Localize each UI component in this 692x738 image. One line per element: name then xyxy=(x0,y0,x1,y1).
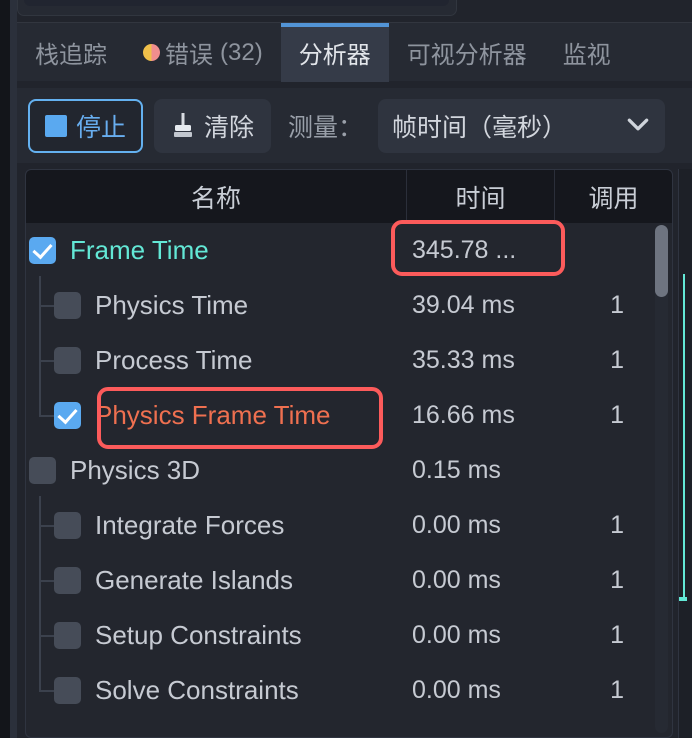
tab-label: 监视 xyxy=(562,42,611,69)
cell-time: 0.00 ms xyxy=(412,566,501,594)
table-row[interactable]: Generate Islands 0.00 ms 1 xyxy=(26,551,672,610)
tree-indent-guide xyxy=(26,606,54,665)
tab-label: 可视分析器 xyxy=(406,42,527,69)
cell-name: Setup Constraints xyxy=(26,606,406,665)
row-name-label: Physics Time xyxy=(95,290,249,320)
tree-indent-guide xyxy=(26,496,54,555)
tab-4[interactable]: 监视 xyxy=(545,23,629,82)
measure-select[interactable]: 帧时间（毫秒） xyxy=(378,98,666,153)
row-checkbox[interactable] xyxy=(54,347,81,374)
cell-name: Generate Islands xyxy=(26,551,406,610)
table-row[interactable]: Frame Time 345.78 ... xyxy=(26,223,672,278)
row-checkbox[interactable] xyxy=(54,622,81,649)
table-body: Frame Time 345.78 ... Physics Time 39.04 ms… xyxy=(26,223,672,718)
cell-name: Physics 3D xyxy=(26,443,406,498)
tab-2[interactable]: 分析器 xyxy=(280,23,389,82)
cell-time: 35.33 ms xyxy=(412,346,515,374)
row-name-label: Setup Constraints xyxy=(95,620,302,650)
profiler-tree: 名称 时间 调用 Frame Time 345.78 ... Physics Tim… xyxy=(25,169,673,738)
table-row[interactable]: Physics 3D 0.15 ms xyxy=(26,443,672,498)
tab-count: (32) xyxy=(220,38,263,66)
row-checkbox[interactable] xyxy=(54,567,81,594)
tree-indent-guide xyxy=(26,551,54,610)
row-name-label: Physics 3D xyxy=(70,455,201,485)
stop-square-icon xyxy=(45,114,67,137)
stop-button[interactable]: 停止 xyxy=(28,98,144,153)
profiler-panel: 栈追踪 错误 (32) 分析器 可视分析器 监视 停止 清除 测量： 帧时间（毫秒） xyxy=(0,0,692,738)
cell-time: 0.00 ms xyxy=(412,511,501,539)
cell-time: 0.00 ms xyxy=(412,676,501,704)
row-name-label: Generate Islands xyxy=(95,565,294,595)
cell-time: 345.78 ... xyxy=(412,236,517,264)
cell-name: Solve Constraints xyxy=(26,661,406,718)
table-row[interactable]: Integrate Forces 0.00 ms 1 xyxy=(26,496,672,555)
row-name-label: Frame Time xyxy=(70,235,209,265)
stop-button-label: 停止 xyxy=(76,113,127,142)
table-row[interactable]: Physics Frame Time 16.66 ms 1 xyxy=(26,386,672,443)
table-row[interactable]: Physics Time 39.04 ms 1 xyxy=(26,276,672,335)
row-name-label: Process Time xyxy=(95,345,253,375)
row-checkbox[interactable] xyxy=(29,237,56,264)
tree-indent-guide xyxy=(26,386,54,443)
tree-indent-guide xyxy=(26,331,54,390)
row-checkbox[interactable] xyxy=(54,677,81,704)
cell-name: Physics Time xyxy=(26,276,406,335)
row-name-label: Physics Frame Time xyxy=(95,400,331,430)
tab-list: 栈追踪 错误 (32) 分析器 可视分析器 监视 xyxy=(17,23,692,82)
column-header-calls[interactable]: 调用 xyxy=(554,170,672,223)
top-panel-inner-sliver xyxy=(24,0,449,6)
tab-bar: 栈追踪 错误 (32) 分析器 可视分析器 监视 xyxy=(17,22,692,82)
profiler-toolbar: 停止 清除 测量： 帧时间（毫秒） xyxy=(17,88,692,163)
table-header-row: 名称 时间 调用 xyxy=(26,170,672,223)
tab-label: 栈追踪 xyxy=(35,42,107,69)
profiler-graph-panel xyxy=(678,169,692,738)
left-gutter-inner xyxy=(10,0,17,738)
row-checkbox[interactable] xyxy=(29,457,56,484)
clear-button[interactable]: 清除 xyxy=(154,98,272,153)
tab-0[interactable]: 栈追踪 xyxy=(17,23,125,82)
clear-button-label: 清除 xyxy=(204,113,255,142)
tab-1[interactable]: 错误 (32) xyxy=(125,23,281,82)
tab-3[interactable]: 可视分析器 xyxy=(389,23,545,82)
graph-cursor-tick xyxy=(679,597,687,601)
table-row[interactable]: Process Time 35.33 ms 1 xyxy=(26,331,672,390)
column-header-name[interactable]: 名称 xyxy=(26,170,406,223)
tree-indent-guide xyxy=(26,661,54,718)
measure-select-value: 帧时间（毫秒） xyxy=(392,113,568,142)
cell-time: 0.00 ms xyxy=(412,621,501,649)
measure-label: 测量： xyxy=(288,113,364,142)
error-dot-icon xyxy=(143,44,160,61)
graph-frame-time-line xyxy=(683,274,685,599)
cell-name: Integrate Forces xyxy=(26,496,406,555)
cell-time: 0.15 ms xyxy=(412,456,501,484)
cell-time: 39.04 ms xyxy=(412,291,515,319)
tree-scrollbar-thumb[interactable] xyxy=(655,225,668,297)
cell-time: 16.66 ms xyxy=(412,401,515,429)
cell-name: Frame Time xyxy=(26,223,406,278)
row-checkbox[interactable] xyxy=(54,512,81,539)
cell-name: Process Time xyxy=(26,331,406,390)
row-name-label: Solve Constraints xyxy=(95,675,299,705)
row-checkbox[interactable] xyxy=(54,292,81,319)
cell-name: Physics Frame Time xyxy=(26,386,406,443)
chevron-down-icon xyxy=(627,115,649,137)
row-checkbox[interactable] xyxy=(54,402,81,429)
table-row[interactable]: Solve Constraints 0.00 ms 1 xyxy=(26,661,672,718)
tab-label: 分析器 xyxy=(298,42,371,69)
tab-label: 错误 xyxy=(165,42,213,69)
row-name-label: Integrate Forces xyxy=(95,510,285,540)
table-row[interactable]: Setup Constraints 0.00 ms 1 xyxy=(26,606,672,665)
left-gutter xyxy=(0,0,10,738)
tree-scrollbar[interactable] xyxy=(655,225,668,733)
tree-indent-guide xyxy=(26,276,54,335)
broom-icon xyxy=(171,112,195,139)
column-header-time[interactable]: 时间 xyxy=(406,170,554,223)
